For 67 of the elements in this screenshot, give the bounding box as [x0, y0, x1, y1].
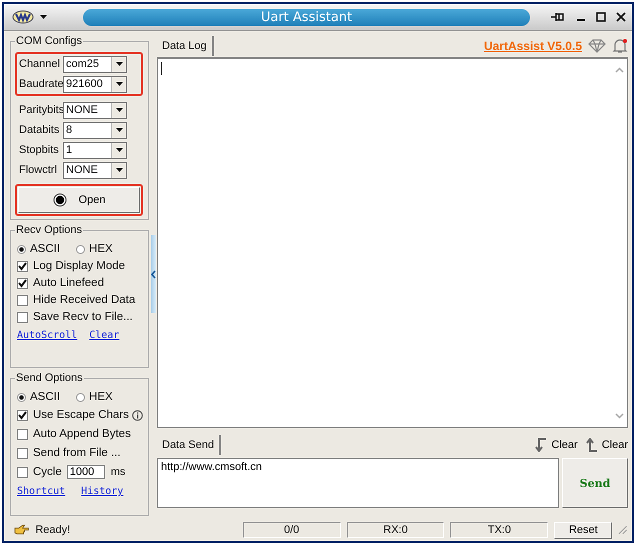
- resize-grip-icon[interactable]: [618, 525, 628, 535]
- check-icon: [18, 410, 27, 420]
- group-title: Send Options: [15, 372, 84, 384]
- checkbox-option[interactable]: Auto Append Bytes: [17, 428, 131, 440]
- clear-button[interactable]: Clear: [584, 438, 628, 452]
- record-icon: [52, 193, 67, 207]
- dropdown[interactable]: 1: [63, 142, 127, 158]
- checkbox-option[interactable]: Cycle: [17, 466, 62, 478]
- radio-option[interactable]: HEX: [76, 243, 113, 255]
- field-label: Flowctrl: [19, 164, 58, 176]
- link[interactable]: AutoScroll: [17, 330, 78, 341]
- group-title: Recv Options: [15, 224, 84, 236]
- counter-cell: 0/0: [242, 522, 341, 538]
- arrow-down-icon: [535, 438, 548, 452]
- field-label: Databits: [19, 124, 60, 136]
- radio-option[interactable]: ASCII: [17, 243, 60, 255]
- window-title: Uart Assistant: [260, 10, 352, 24]
- pin-icon[interactable]: [550, 11, 566, 23]
- checkbox-option[interactable]: Send from File ...: [17, 447, 121, 459]
- interval-field[interactable]: 1000: [66, 465, 105, 479]
- dropdown-arrow-icon: [116, 128, 122, 132]
- close-icon[interactable]: [616, 12, 626, 22]
- dropdown-arrow-icon: [116, 108, 122, 112]
- send-button[interactable]: Send: [562, 458, 628, 508]
- checkbox-option[interactable]: Log Display Mode: [17, 260, 144, 272]
- radio-option[interactable]: ASCII: [17, 391, 60, 403]
- link[interactable]: Clear: [89, 330, 120, 341]
- arrow-up-icon: [584, 438, 598, 452]
- maximize-icon[interactable]: [596, 12, 606, 22]
- checkbox-option[interactable]: Save Recv to File...: [17, 311, 144, 323]
- bell-icon[interactable]: [612, 38, 628, 54]
- dropdown-arrow-icon: [116, 82, 122, 86]
- link[interactable]: History: [81, 486, 124, 497]
- info-icon[interactable]: [132, 410, 143, 420]
- dropdown[interactable]: NONE: [63, 162, 127, 178]
- diamond-icon[interactable]: [588, 39, 606, 53]
- group-title: COM Configs: [15, 35, 84, 47]
- dropdown-arrow-icon: [116, 62, 122, 66]
- dropdown[interactable]: 8: [63, 122, 127, 138]
- checkbox-option[interactable]: Auto Linefeed: [17, 277, 144, 289]
- logo-icon[interactable]: [12, 10, 34, 24]
- dropdown-arrow-icon: [116, 148, 122, 152]
- tx-cell: TX:0: [450, 522, 548, 538]
- dropdown[interactable]: NONE: [63, 102, 127, 118]
- reset-button[interactable]: Reset: [554, 522, 612, 538]
- radio-option[interactable]: HEX: [76, 391, 113, 403]
- send-input[interactable]: http://www.cmsoft.cn: [157, 458, 559, 508]
- field-label: Baudrate: [19, 78, 63, 90]
- dropdown[interactable]: com25: [63, 56, 127, 72]
- checkbox-option[interactable]: Hide Received Data: [17, 294, 144, 306]
- clear-button[interactable]: Clear: [535, 438, 578, 452]
- splitter-handle[interactable]: [150, 235, 156, 313]
- status-message: Ready!: [35, 524, 72, 536]
- hand-pointer-icon: [14, 524, 30, 536]
- unit-label: ms: [110, 466, 126, 478]
- caret-icon[interactable]: [40, 15, 47, 19]
- rx-cell: RX:0: [346, 522, 444, 538]
- checkbox-option[interactable]: Use Escape Chars: [17, 409, 129, 421]
- field-label: Paritybits: [19, 104, 63, 116]
- field-label: Stopbits: [19, 144, 60, 156]
- link[interactable]: Shortcut: [17, 486, 66, 497]
- dropdown[interactable]: 921600: [63, 76, 127, 92]
- data-send-tab[interactable]: Data Send: [157, 435, 221, 455]
- field-label: Channel: [19, 58, 61, 70]
- dropdown-arrow-icon: [116, 168, 122, 172]
- chevron-left-icon: [150, 270, 156, 278]
- open-button[interactable]: Open: [18, 187, 140, 213]
